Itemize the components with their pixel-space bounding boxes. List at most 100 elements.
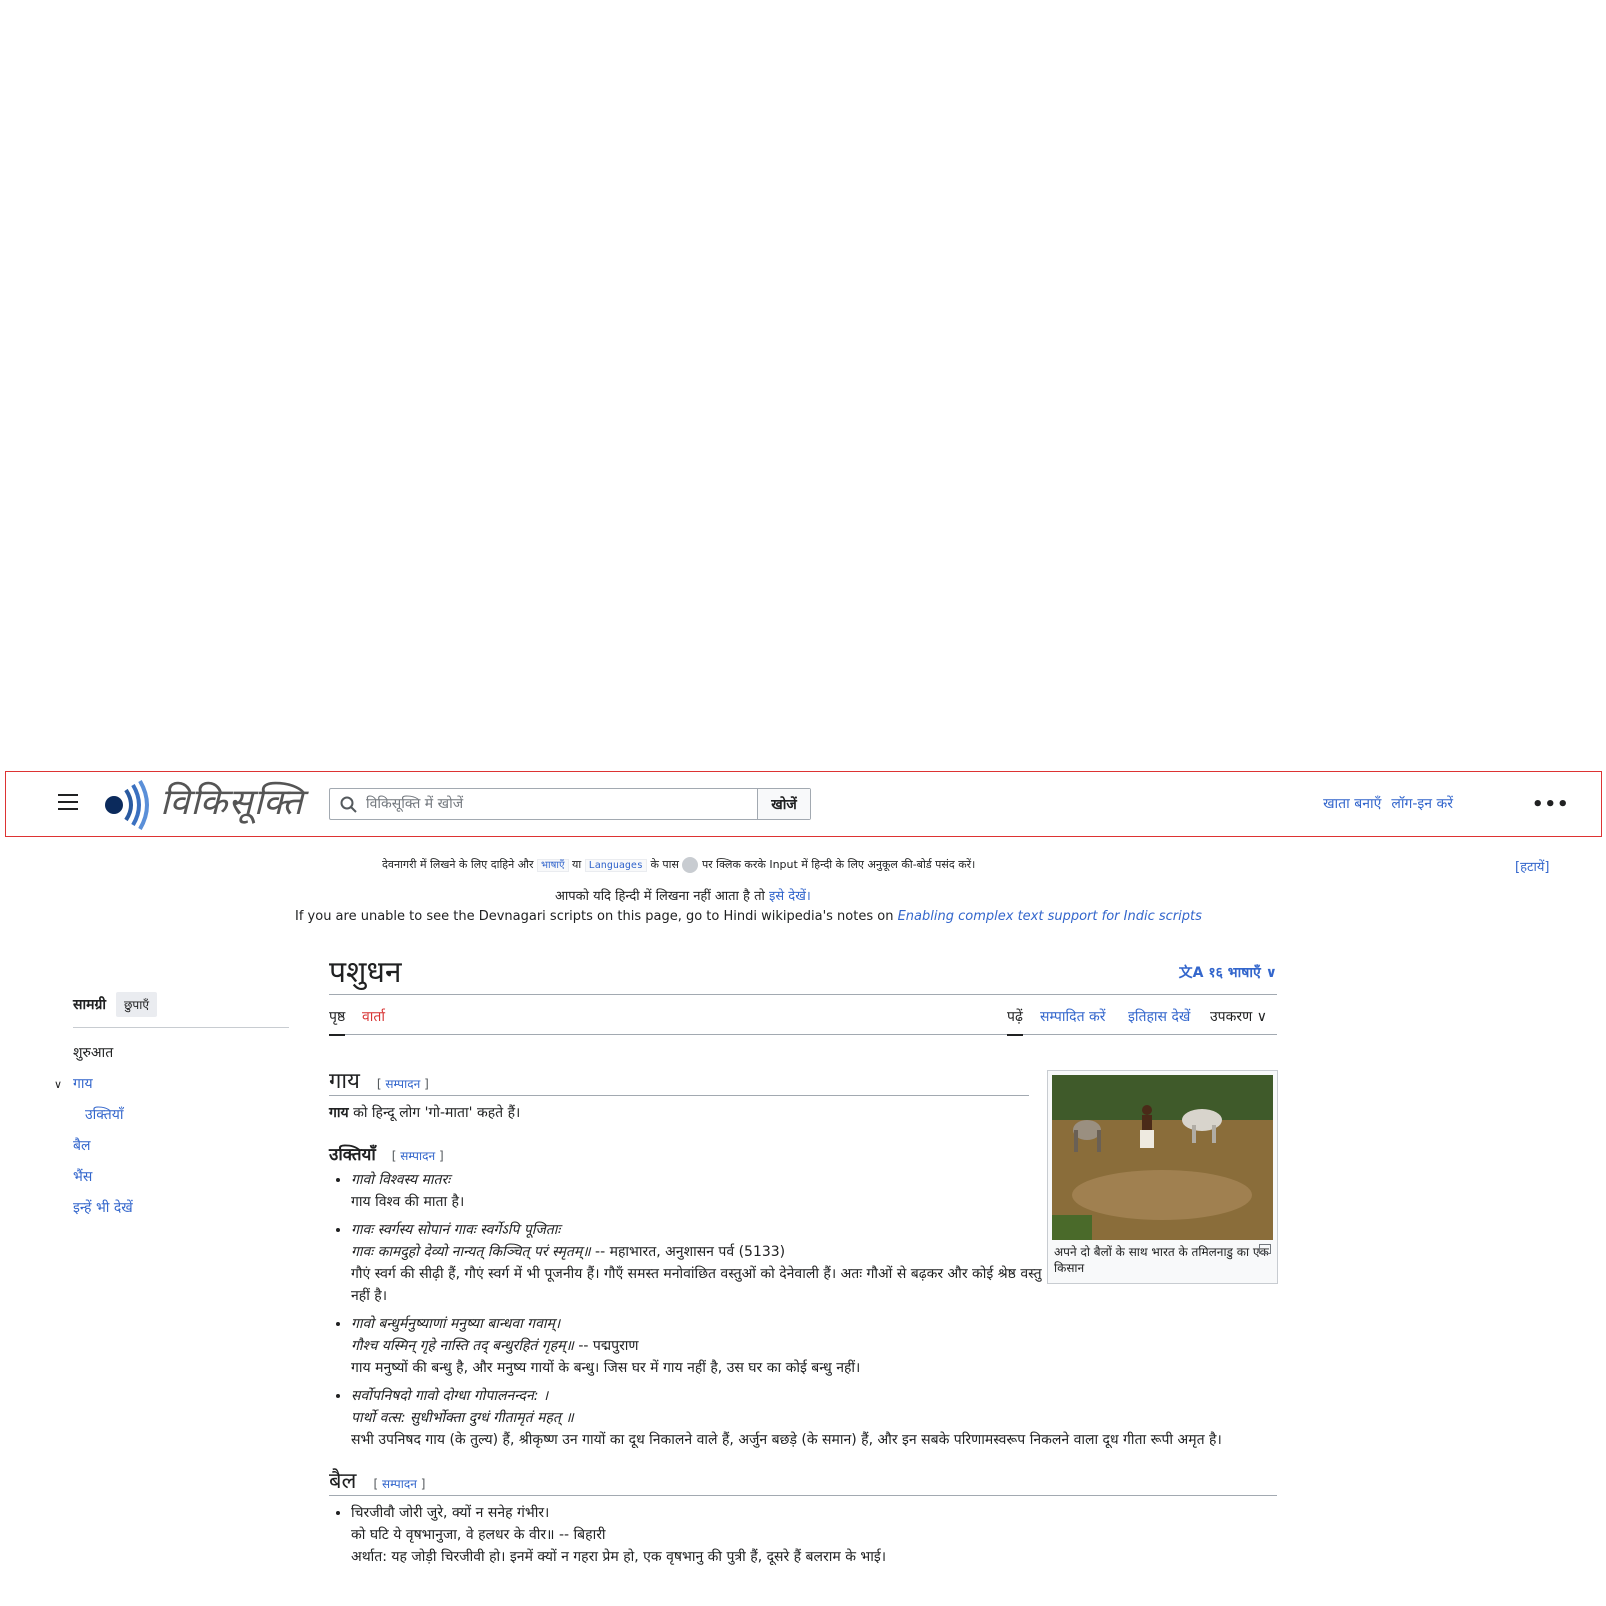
chevron-down-icon: ∨ bbox=[1256, 1009, 1267, 1025]
search-input[interactable] bbox=[330, 789, 757, 819]
edit-link-label[interactable]: सम्पादन bbox=[385, 1077, 420, 1091]
quote-sanskrit: गावः स्वर्गस्य सोपानं गावः स्वर्गेऽपि पू… bbox=[351, 1222, 561, 1238]
list-item: सर्वोपनिषदो गावो दोग्धा गोपालनन्दन: । पा… bbox=[351, 1385, 1277, 1451]
toc-title: सामग्री bbox=[73, 997, 106, 1013]
list-item: गावो बन्धुर्मनुष्याणां मनुष्या बान्धवा ग… bbox=[351, 1313, 1049, 1379]
notice-devnagari-help: If you are unable to see the Devnagari s… bbox=[295, 909, 1202, 924]
ox-quotes-list: चिरजीवौ जोरी जुरे, क्यों न सनेह गंभीर। क… bbox=[329, 1502, 1277, 1568]
quote-sanskrit: गावः कामदुहो देव्यो नान्यत् किञ्चित् परं… bbox=[351, 1244, 591, 1260]
quote-sanskrit: गावो विश्वस्य मातरः bbox=[351, 1172, 451, 1188]
notice-text: पर क्लिक करके Input में हिन्दी के लिए अन… bbox=[701, 858, 976, 871]
quote-hindi: गाय मनुष्यों की बन्धु है, और मनुष्य गायो… bbox=[351, 1360, 861, 1376]
language-button[interactable]: 文A १६ भाषाएँ ∨ bbox=[1179, 962, 1277, 982]
quote-sanskrit: गौश्च यस्मिन् गृहे नास्ति तद् बन्धुरहितं… bbox=[351, 1338, 574, 1354]
section-heading-cow: गाय [ सम्पादन ] bbox=[329, 1065, 1029, 1096]
language-count: १६ भाषाएँ bbox=[1208, 965, 1261, 981]
title-row: पशुधन 文A १६ भाषाएँ ∨ bbox=[329, 950, 1277, 995]
quote-sanskrit: गावो बन्धुर्मनुष्याणां मनुष्या बान्धवा ग… bbox=[351, 1316, 561, 1332]
languages-code-label: भाषाएँ bbox=[537, 859, 569, 872]
table-of-contents: सामग्री छुपाएँ शुरुआत ∨ गाय उक्तियाँ बैल… bbox=[54, 992, 289, 1224]
notice-hindi-help: आपको यदि हिन्दी में लिखना नहीं आता है तो… bbox=[555, 886, 811, 904]
tab-history[interactable]: इतिहास देखें bbox=[1128, 1007, 1190, 1026]
main-menu-icon[interactable] bbox=[58, 794, 78, 812]
search-button[interactable]: खोजें bbox=[758, 789, 810, 819]
toc-item-start[interactable]: शुरुआत bbox=[73, 1038, 289, 1069]
wikiquote-logo-icon[interactable] bbox=[102, 778, 150, 830]
tab-talk[interactable]: वार्ता bbox=[362, 1007, 385, 1026]
quote-source: -- पद्मपुराण bbox=[578, 1338, 639, 1354]
notice-text: के पास bbox=[650, 858, 679, 871]
quotes-list: गावो विश्वस्य मातरः गाय विश्व की माता है… bbox=[329, 1169, 1049, 1379]
page-tabs: पृष्ठ वार्ता पढ़ें सम्पादित करें इतिहास … bbox=[329, 995, 1277, 1036]
quotes-list-wide: सर्वोपनिषदो गावो दोग्धा गोपालनन्दन: । पा… bbox=[329, 1385, 1277, 1451]
toc-list: शुरुआत ∨ गाय उक्तियाँ बैल भैंस इन्हें भी… bbox=[54, 1038, 289, 1224]
quote-hindi: सभी उपनिषद गाय (के तुल्य) हैं, श्रीकृष्ण… bbox=[351, 1432, 1222, 1448]
toc-item-cow[interactable]: ∨ गाय bbox=[54, 1069, 289, 1100]
edit-link-label[interactable]: सम्पादन bbox=[382, 1477, 417, 1491]
section-title: उक्तियाँ bbox=[329, 1145, 376, 1165]
hide-notice-link[interactable]: [हटायें] bbox=[1515, 857, 1550, 875]
section-title: गाय bbox=[329, 1069, 360, 1094]
toc-item-see-also-label[interactable]: इन्हें भी देखें bbox=[73, 1200, 133, 1216]
toc-hide-button[interactable]: छुपाएँ bbox=[115, 992, 157, 1017]
caption-text: अपने दो बैलों के साथ भारत के तमिलनाडु का… bbox=[1054, 1245, 1269, 1275]
farmer-with-oxen-image[interactable] bbox=[1052, 1075, 1273, 1240]
login-link[interactable]: लॉग-इन करें bbox=[1391, 794, 1453, 813]
section-title: बैल bbox=[329, 1469, 357, 1494]
search-icon bbox=[340, 796, 357, 813]
indic-scripts-link[interactable]: Enabling complex text support for Indic … bbox=[898, 909, 1202, 924]
gear-icon bbox=[682, 857, 699, 873]
quote-hindi: अर्थात: यह जोड़ी चिरजीवी हो। इनमें क्यों… bbox=[351, 1549, 887, 1565]
edit-section-link[interactable]: [ सम्पादन ] bbox=[392, 1149, 444, 1163]
quote-source: -- महाभारत, अनुशासन पर्व (5133) bbox=[595, 1244, 786, 1260]
toc-item-ox[interactable]: बैल bbox=[73, 1131, 289, 1162]
quote-hindi: गौएं स्वर्ग की सीढ़ी हैं, गौएं स्वर्ग मे… bbox=[351, 1266, 1042, 1304]
section-heading-ox: बैल [ सम्पादन ] bbox=[329, 1465, 1277, 1496]
user-links: खाता बनाएँ लॉग-इन करें bbox=[1323, 794, 1453, 813]
chevron-down-icon[interactable]: ∨ bbox=[54, 1069, 62, 1100]
image-thumbnail: अपने दो बैलों के साथ भारत के तमिलनाडु का… bbox=[1047, 1070, 1278, 1284]
toc-item-buffalo[interactable]: भैंस bbox=[73, 1162, 289, 1193]
cow-intro-text: को हिन्दू लोग 'गो-माता' कहते हैं। bbox=[353, 1105, 521, 1121]
page-title: पशुधन bbox=[329, 955, 402, 990]
enlarge-icon[interactable] bbox=[1259, 1244, 1271, 1254]
tab-read[interactable]: पढ़ें bbox=[1007, 1007, 1023, 1036]
edit-section-link[interactable]: [ सम्पादन ] bbox=[373, 1477, 425, 1491]
tab-tools[interactable]: उपकरण ∨ bbox=[1210, 1007, 1267, 1026]
search-input-wrapper bbox=[330, 789, 758, 819]
edit-link-label[interactable]: सम्पादन bbox=[400, 1149, 435, 1163]
toc-item-cow-label[interactable]: गाय bbox=[73, 1076, 93, 1092]
tab-page[interactable]: पृष्ठ bbox=[329, 1007, 346, 1036]
edit-section-link[interactable]: [ सम्पादन ] bbox=[377, 1077, 429, 1091]
notice-text: आपको यदि हिन्दी में लिखना नहीं आता है तो bbox=[555, 889, 765, 904]
languages-code-label-en: Languages bbox=[584, 859, 647, 872]
more-options-icon[interactable]: ••• bbox=[1532, 794, 1570, 815]
translate-icon: 文A bbox=[1178, 965, 1204, 981]
site-logo-text[interactable]: विकिसूक्ति bbox=[160, 776, 304, 825]
toc-item-quotes-label[interactable]: उक्तियाँ bbox=[85, 1107, 124, 1123]
notice-keyboard-help: देवनागरी में लिखने के लिए दाहिने और भाषा… bbox=[382, 857, 975, 873]
see-this-link[interactable]: इसे देखें। bbox=[769, 889, 811, 904]
toc-item-see-also[interactable]: इन्हें भी देखें bbox=[73, 1193, 289, 1224]
list-item: चिरजीवौ जोरी जुरे, क्यों न सनेह गंभीर। क… bbox=[351, 1502, 1277, 1568]
ox-quote-line: चिरजीवौ जोरी जुरे, क्यों न सनेह गंभीर। bbox=[351, 1505, 550, 1521]
ox-quote-line: को घटि ये वृषभानुजा, वे हलधर के वीर॥ bbox=[351, 1527, 555, 1543]
create-account-link[interactable]: खाता बनाएँ bbox=[1323, 794, 1381, 813]
quote-sanskrit: पार्थो वत्स: सुधीर्भोक्ता दुग्धं गीतामृत… bbox=[351, 1410, 574, 1426]
quote-hindi: गाय विश्व की माता है। bbox=[351, 1194, 465, 1210]
tab-edit[interactable]: सम्पादित करें bbox=[1040, 1007, 1105, 1026]
notice-text: देवनागरी में लिखने के लिए दाहिने और bbox=[382, 858, 534, 871]
list-item: गावो विश्वस्य मातरः गाय विश्व की माता है… bbox=[351, 1169, 1049, 1213]
search-form: खोजें bbox=[329, 788, 811, 820]
notice-text: या bbox=[572, 858, 582, 871]
toc-item-quotes[interactable]: उक्तियाँ bbox=[73, 1100, 289, 1131]
cow-bold: गाय bbox=[329, 1105, 349, 1121]
list-item: गावः स्वर्गस्य सोपानं गावः स्वर्गेऽपि पू… bbox=[351, 1219, 1049, 1307]
toc-item-buffalo-label[interactable]: भैंस bbox=[73, 1169, 92, 1185]
quote-sanskrit: सर्वोपनिषदो गावो दोग्धा गोपालनन्दन: । bbox=[351, 1388, 549, 1404]
site-header: विकिसूक्ति खोजें खाता बनाएँ लॉग-इन करें … bbox=[5, 771, 1602, 837]
toc-header: सामग्री छुपाएँ bbox=[73, 992, 289, 1028]
chevron-down-icon: ∨ bbox=[1265, 965, 1277, 981]
tools-label: उपकरण bbox=[1210, 1009, 1253, 1025]
toc-item-ox-label[interactable]: बैल bbox=[73, 1138, 91, 1154]
